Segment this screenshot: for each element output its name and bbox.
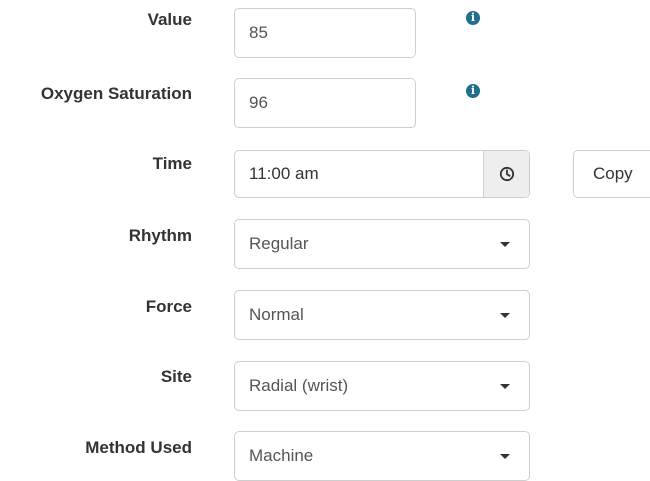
info-icon[interactable]: i [466,84,480,98]
caret-down-icon [500,313,510,318]
rhythm-select[interactable]: Regular [234,219,530,269]
time-input[interactable]: 11:00 am [235,151,483,197]
rhythm-label: Rhythm [128,226,192,245]
value-label: Value [147,10,192,29]
time-label: Time [152,154,192,173]
time-input-group: 11:00 am [234,150,530,198]
method-used-label: Method Used [85,438,192,457]
site-select[interactable]: Radial (wrist) [234,361,530,411]
force-select[interactable]: Normal [234,290,530,340]
oxygen-saturation-input[interactable]: 96 [234,78,416,128]
clock-icon [499,166,514,182]
caret-down-icon [500,454,510,459]
caret-down-icon [500,384,510,389]
caret-down-icon [500,242,510,247]
info-icon[interactable]: i [466,11,480,25]
rhythm-selected-value: Regular [249,234,309,253]
value-input[interactable]: 85 [234,8,416,58]
force-label: Force [145,297,192,316]
copy-button[interactable]: Copy [573,150,650,198]
method-used-selected-value: Machine [249,446,314,465]
site-selected-value: Radial (wrist) [249,376,349,395]
time-picker-button[interactable] [483,151,529,197]
method-used-select[interactable]: Machine [234,431,530,481]
force-selected-value: Normal [249,305,304,324]
oxygen-saturation-label: Oxygen Saturation [40,84,192,103]
site-label: Site [160,367,192,386]
